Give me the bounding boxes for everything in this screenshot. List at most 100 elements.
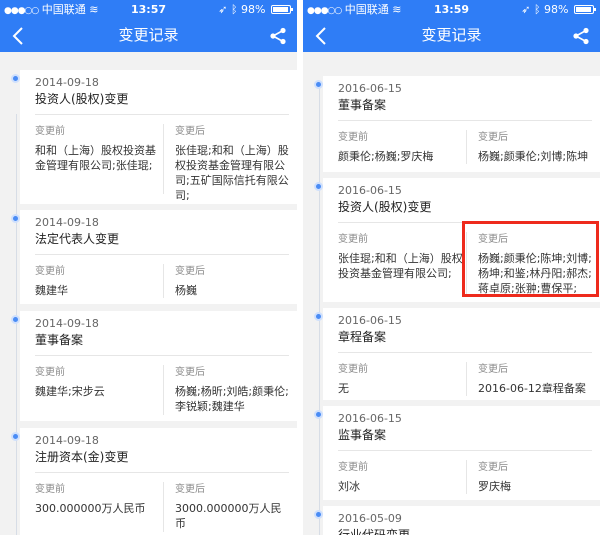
before-column: 变更前 无 (338, 360, 463, 396)
before-value: 无 (338, 382, 349, 395)
timeline-dot (314, 410, 323, 419)
record-type: 投资人(股权)变更 (338, 200, 432, 214)
change-record-list[interactable]: 2014-09-18 投资人(股权)变更 变更前 和和（上海）股权投资基金管理有… (0, 62, 297, 535)
before-value: 魏建华 (35, 284, 68, 297)
record-type: 董事备案 (338, 98, 387, 112)
location-icon: ➶ (218, 3, 228, 16)
change-record-card: 2014-09-18 投资人(股权)变更 变更前 和和（上海）股权投资基金管理有… (11, 70, 297, 204)
before-value: 300.000000万人民币 (35, 502, 146, 515)
before-label: 变更前 (35, 484, 65, 495)
record-date: 2016-06-15 (338, 314, 402, 327)
highlight-box (462, 221, 599, 297)
phone-screen-left: ●●●○○ 中国联通 ≋ 13:57 ➶ ᛒ 98% 变更记录 2014-09-… (0, 0, 297, 535)
after-column: 变更后 杨巍 (175, 262, 291, 298)
after-value: 杨巍;杨昕;刘皓;颜秉伦;李锐颖;魏建华 (175, 385, 289, 413)
timeline-dot (11, 214, 20, 223)
after-value: 杨巍 (175, 284, 197, 297)
nav-bar: 变更记录 (303, 19, 600, 52)
timeline-dot (314, 312, 323, 321)
after-column: 变更后 罗庆梅 (478, 458, 594, 494)
after-value: 罗庆梅 (478, 480, 511, 493)
after-label: 变更后 (478, 364, 508, 375)
after-column: 变更后 3000.000000万人民币 (175, 480, 291, 531)
before-value: 和和（上海）股权投资基金管理有限公司;张佳琨; (35, 144, 156, 172)
record-date: 2016-06-15 (338, 412, 402, 425)
record-date: 2016-05-09 (338, 512, 402, 525)
change-record-card: 2014-09-18 董事备案 变更前 魏建华;宋步云 变更后 杨巍;杨昕;刘皓… (11, 311, 297, 421)
after-column: 变更后 张佳琨;和和（上海）股权投资基金管理有限公司;五矿国际信托有限公司; (175, 122, 291, 203)
battery-percent: 98% (241, 3, 266, 16)
after-label: 变更后 (175, 484, 205, 495)
after-value: 杨巍;颜秉伦;刘博;陈坤 (478, 150, 589, 163)
after-column: 变更后 杨巍;颜秉伦;刘博;陈坤 (478, 128, 594, 164)
before-value: 颜秉伦;杨巍;罗庆梅 (338, 150, 434, 163)
record-date: 2014-09-18 (35, 76, 99, 89)
timeline-dot (314, 510, 323, 519)
after-label: 变更后 (175, 367, 205, 378)
before-label: 变更前 (338, 234, 368, 245)
record-date: 2016-06-15 (338, 184, 402, 197)
battery-percent: 98% (544, 3, 569, 16)
before-column: 变更前 300.000000万人民币 (35, 480, 160, 516)
after-value: 3000.000000万人民币 (175, 502, 282, 530)
battery-icon (271, 5, 293, 14)
before-value: 魏建华;宋步云 (35, 385, 105, 398)
before-column: 变更前 和和（上海）股权投资基金管理有限公司;张佳琨; (35, 122, 160, 173)
page-title: 变更记录 (118, 26, 179, 44)
record-date: 2014-09-18 (35, 216, 99, 229)
page-title: 变更记录 (421, 26, 482, 44)
timeline-dot (11, 74, 20, 83)
share-button[interactable] (570, 19, 592, 52)
change-record-card: 2014-09-18 法定代表人变更 变更前 魏建华 变更后 杨巍 (11, 210, 297, 304)
timeline-dot (314, 182, 323, 191)
bluetooth-icon: ᛒ (230, 3, 238, 16)
after-column: 变更后 杨巍;杨昕;刘皓;颜秉伦;李锐颖;魏建华 (175, 363, 291, 414)
after-value: 张佳琨;和和（上海）股权投资基金管理有限公司;五矿国际信托有限公司; (175, 144, 289, 202)
after-column: 变更后 2016-06-12章程备案 (478, 360, 594, 396)
change-record-card: 2014-09-18 注册资本(金)变更 变更前 300.000000万人民币 … (11, 428, 297, 535)
before-column: 变更前 张佳琨;和和（上海）股权投资基金管理有限公司; (338, 230, 463, 281)
change-record-list[interactable]: 2016-06-15 董事备案 变更前 颜秉伦;杨巍;罗庆梅 变更后 杨巍;颜秉… (303, 62, 600, 535)
after-label: 变更后 (175, 126, 205, 137)
before-column: 变更前 魏建华 (35, 262, 160, 298)
record-type: 投资人(股权)变更 (35, 92, 129, 106)
record-type: 监事备案 (338, 428, 387, 442)
after-label: 变更后 (478, 132, 508, 143)
before-label: 变更前 (338, 132, 368, 143)
record-type: 章程备案 (338, 330, 387, 344)
change-record-card: 2016-06-15 章程备案 变更前 无 变更后 2016-06-12章程备案 (314, 308, 600, 400)
share-button[interactable] (267, 19, 289, 52)
record-type: 行业代码变更 (338, 528, 411, 535)
bluetooth-icon: ᛒ (533, 3, 541, 16)
before-value: 张佳琨;和和（上海）股权投资基金管理有限公司; (338, 252, 463, 280)
status-bar: ●●●○○ 中国联通 ≋ 13:57 ➶ ᛒ 98% (0, 0, 297, 19)
nav-bar: 变更记录 (0, 19, 297, 52)
change-record-card: 2016-06-15 董事备案 变更前 颜秉伦;杨巍;罗庆梅 变更后 杨巍;颜秉… (314, 76, 600, 172)
before-column: 变更前 颜秉伦;杨巍;罗庆梅 (338, 128, 463, 164)
change-record-card: 2016-06-15 监事备案 变更前 刘冰 变更后 罗庆梅 (314, 406, 600, 500)
record-date: 2014-09-18 (35, 434, 99, 447)
timeline-line (319, 82, 320, 535)
timeline-dot (11, 315, 20, 324)
before-column: 变更前 刘冰 (338, 458, 463, 494)
record-type: 注册资本(金)变更 (35, 450, 129, 464)
after-label: 变更后 (175, 266, 205, 277)
location-icon: ➶ (521, 3, 531, 16)
after-value: 2016-06-12章程备案 (478, 382, 586, 395)
timeline-dot (314, 80, 323, 89)
before-column: 变更前 魏建华;宋步云 (35, 363, 160, 399)
change-record-card: 2016-05-09 行业代码变更 (314, 506, 600, 535)
before-label: 变更前 (338, 364, 368, 375)
timeline-line (16, 114, 17, 535)
share-icon (270, 27, 286, 44)
record-date: 2014-09-18 (35, 317, 99, 330)
timeline-dot (11, 432, 20, 441)
record-date: 2016-06-15 (338, 82, 402, 95)
after-label: 变更后 (478, 462, 508, 473)
record-type: 董事备案 (35, 333, 84, 347)
share-icon (573, 27, 589, 44)
record-type: 法定代表人变更 (35, 232, 120, 246)
battery-icon (574, 5, 596, 14)
before-label: 变更前 (35, 367, 65, 378)
before-label: 变更前 (35, 126, 65, 137)
